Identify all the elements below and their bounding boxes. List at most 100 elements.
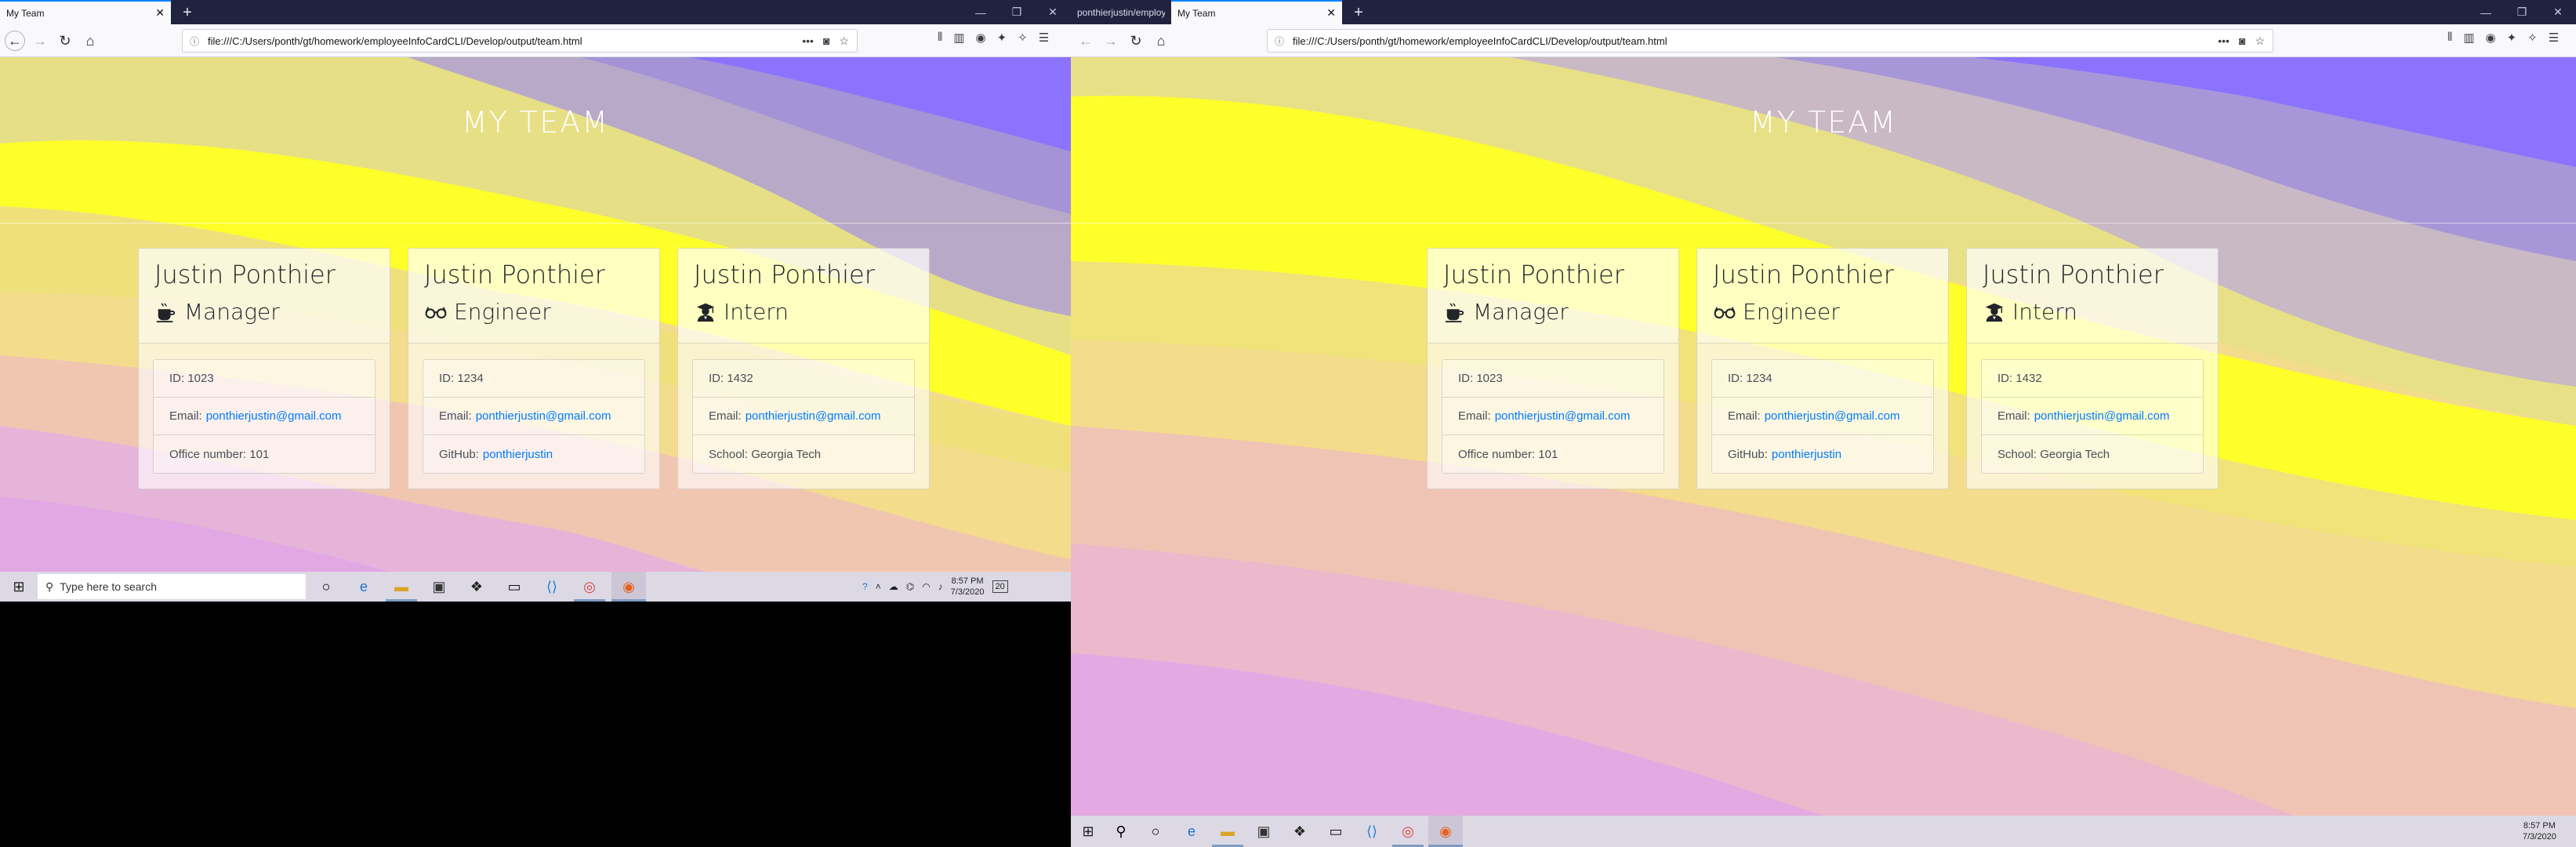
back-icon[interactable]: ← <box>5 31 25 51</box>
taskbar-search[interactable]: ⚲ Type here to search <box>38 574 306 599</box>
tab-title: My Team <box>6 7 45 19</box>
home-icon[interactable]: ⌂ <box>1151 31 1171 51</box>
menu-icon[interactable]: ☰ <box>1039 31 1049 45</box>
email-link[interactable]: ponthierjustin@gmail.com <box>476 409 611 423</box>
chrome-icon[interactable]: ◎ <box>1392 816 1424 847</box>
back-icon[interactable]: ← <box>1076 31 1096 51</box>
home-icon[interactable]: ⌂ <box>80 31 100 51</box>
extension-icon[interactable]: ✦ <box>997 31 1007 45</box>
dropbox-icon[interactable]: ❖ <box>461 572 492 602</box>
chrome-icon[interactable]: ◎ <box>574 572 605 602</box>
card-name: Justin Ponthier <box>1443 260 1624 289</box>
cortana-icon[interactable]: ○ <box>1140 816 1171 847</box>
minimize-icon[interactable]: — <box>963 0 999 24</box>
bookmark-star-icon[interactable]: ☆ <box>839 35 849 48</box>
tab-github[interactable]: ponthierjustin/employeeInfoC <box>1071 0 1171 24</box>
file-explorer-icon[interactable]: ▬ <box>1212 816 1243 847</box>
extension-icon-2[interactable]: ✧ <box>2527 31 2538 45</box>
card-role-row: Engineer <box>1713 299 1932 325</box>
restore-icon[interactable]: ❐ <box>999 0 1035 24</box>
extension-icon-2[interactable]: ✧ <box>1018 31 1028 45</box>
window-close-icon[interactable]: ✕ <box>2540 0 2576 24</box>
close-icon[interactable]: ✕ <box>1326 6 1336 20</box>
employee-card: Justin Ponthier Engineer ID: 1234 Email:… <box>1696 248 1949 489</box>
minimize-icon[interactable]: — <box>2468 0 2504 24</box>
tab-my-team[interactable]: My Team ✕ <box>1171 0 1342 24</box>
card-role: Engineer <box>1743 299 1840 325</box>
reload-icon[interactable]: ↻ <box>55 31 75 51</box>
tab-my-team[interactable]: My Team ✕ <box>0 0 171 24</box>
onedrive-icon[interactable]: ☁ <box>889 581 898 592</box>
list-item: ID: 1234 <box>1712 360 1933 398</box>
dropbox-icon[interactable]: ❖ <box>1284 816 1315 847</box>
restore-icon[interactable]: ❐ <box>2504 0 2540 24</box>
new-tab-icon[interactable]: + <box>177 2 198 23</box>
card-extra-label: GitHub: <box>439 447 479 461</box>
firefox-icon[interactable]: ◉ <box>1428 816 1463 847</box>
library-icon[interactable]: ⫴ <box>938 31 942 45</box>
list-item: GitHub: ponthierjustin <box>1712 435 1933 473</box>
account-icon[interactable]: ◉ <box>2486 31 2496 45</box>
menu-icon[interactable]: ☰ <box>2549 31 2559 45</box>
sidebar-icon[interactable]: ▥ <box>2463 31 2474 45</box>
wifi-icon[interactable]: ◠ <box>922 581 930 592</box>
email-link[interactable]: ponthierjustin@gmail.com <box>1765 409 1900 423</box>
github-link[interactable]: ponthierjustin <box>1772 448 1841 461</box>
help-icon[interactable]: ? <box>862 581 868 592</box>
terminal-icon[interactable]: ▭ <box>1320 816 1351 847</box>
active-indicator <box>574 599 605 602</box>
page-info-icon[interactable]: ⓘ <box>186 35 203 48</box>
page-actions-icon[interactable]: ••• <box>802 35 814 48</box>
vscode-icon[interactable]: ⟨⟩ <box>536 572 568 602</box>
list-item: Office number: 101 <box>1442 435 1664 473</box>
employee-card: Justin Ponthier Manager ID: 1023 Email: p… <box>138 248 390 489</box>
sidebar-icon[interactable]: ▥ <box>953 31 964 45</box>
firefox-icon[interactable]: ◉ <box>611 572 646 602</box>
pocket-icon[interactable]: ◙ <box>823 35 829 48</box>
bookmark-star-icon[interactable]: ☆ <box>2255 35 2265 48</box>
library-icon[interactable]: ⫴ <box>2447 31 2452 45</box>
url-bar[interactable]: ⓘ file:///C:/Users/ponth/gt/homework/emp… <box>182 29 858 53</box>
github-link[interactable]: ponthierjustin <box>483 448 553 461</box>
nav-bar: ← → ↻ ⌂ ⓘ file:///C:/Users/ponth/gt/home… <box>0 24 1071 57</box>
email-link[interactable]: ponthierjustin@gmail.com <box>2034 409 2170 423</box>
network-icon[interactable]: ⌬ <box>906 581 914 592</box>
forward-icon[interactable]: → <box>30 31 50 51</box>
notification-icon[interactable]: 20 <box>992 580 1008 593</box>
volume-icon[interactable]: ♪ <box>938 581 943 592</box>
vscode-icon[interactable]: ⟨⟩ <box>1356 816 1388 847</box>
clock[interactable]: 8:57 PM 7/3/2020 <box>2523 820 2556 842</box>
store-icon[interactable]: ▣ <box>423 572 455 602</box>
pocket-icon[interactable]: ◙ <box>2239 35 2245 48</box>
reload-icon[interactable]: ↻ <box>1126 31 1146 51</box>
extension-icon[interactable]: ✦ <box>2507 31 2517 45</box>
window-close-icon[interactable]: ✕ <box>1035 0 1071 24</box>
file-explorer-icon[interactable]: ▬ <box>386 572 417 602</box>
new-tab-icon[interactable]: + <box>1348 2 1369 23</box>
card-role: Manager <box>184 299 280 325</box>
windows-start-icon[interactable]: ⊞ <box>5 572 33 602</box>
edge-icon[interactable]: e <box>1176 816 1207 847</box>
terminal-icon[interactable]: ▭ <box>499 572 530 602</box>
graduate-icon <box>694 300 717 324</box>
list-item: ID: 1432 <box>693 360 914 398</box>
card-email-label: Email: <box>439 409 472 423</box>
cortana-icon[interactable]: ○ <box>310 572 342 602</box>
store-icon[interactable]: ▣ <box>1248 816 1279 847</box>
clock[interactable]: 8:57 PM 7/3/2020 <box>951 576 985 598</box>
card-header: Justin Ponthier Intern <box>678 249 929 344</box>
email-link[interactable]: ponthierjustin@gmail.com <box>206 409 342 423</box>
email-link[interactable]: ponthierjustin@gmail.com <box>746 409 881 423</box>
edge-icon[interactable]: e <box>348 572 379 602</box>
chevron-up-icon[interactable]: ˄ <box>876 581 881 592</box>
url-bar[interactable]: ⓘ file:///C:/Users/ponth/gt/homework/emp… <box>1267 29 2273 53</box>
forward-icon[interactable]: → <box>1101 31 1121 51</box>
email-link[interactable]: ponthierjustin@gmail.com <box>1495 409 1631 423</box>
search-icon[interactable]: ⚲ <box>1107 816 1135 847</box>
close-icon[interactable]: ✕ <box>155 6 165 20</box>
account-icon[interactable]: ◉ <box>976 31 986 45</box>
page-actions-icon[interactable]: ••• <box>2218 35 2230 48</box>
windows-start-icon[interactable]: ⊞ <box>1074 816 1102 847</box>
page-info-icon[interactable]: ⓘ <box>1271 35 1288 48</box>
card-email-label: Email: <box>1728 409 1761 423</box>
